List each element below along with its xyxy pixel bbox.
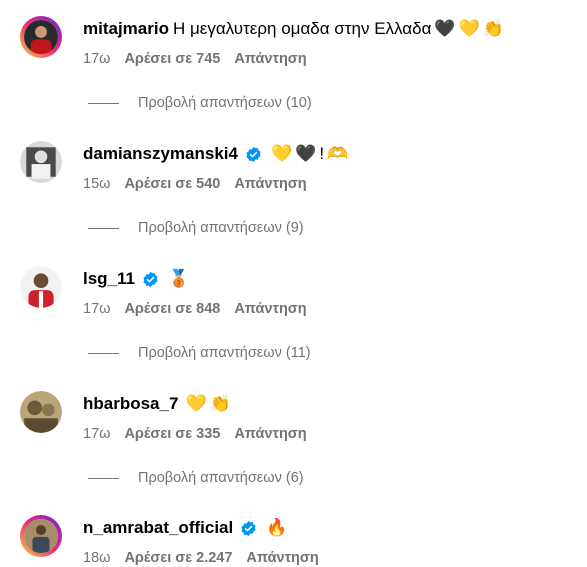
comment-item: hbarbosa_7 💛 👏 17ω Αρέσει σε 335 Απάντησ… — [0, 391, 587, 486]
likes-link[interactable]: Αρέσει σε 2.247 — [124, 550, 232, 566]
avatar[interactable] — [20, 266, 62, 308]
verified-badge-icon — [143, 271, 158, 287]
view-replies-button[interactable]: Προβολή απαντήσεων (11) — [88, 345, 311, 361]
likes-link[interactable]: Αρέσει σε 335 — [124, 426, 220, 442]
username[interactable]: damianszymanski4 — [83, 143, 238, 165]
comment-line: lsg_11 🥉 — [83, 268, 189, 290]
verified-badge-icon — [241, 520, 256, 536]
avatar-image — [20, 391, 62, 433]
comment-meta: 17ω Αρέσει σε 335 Απάντηση — [83, 426, 307, 442]
exclamation-text: ! — [319, 144, 325, 163]
username[interactable]: hbarbosa_7 — [83, 393, 178, 415]
fire-icon: 🔥 — [266, 518, 288, 537]
view-replies-label: Προβολή απαντήσεων (9) — [138, 220, 304, 236]
reply-button[interactable]: Απάντηση — [234, 51, 306, 67]
yellow-heart-icon: 💛 — [270, 144, 293, 163]
likes-link[interactable]: Αρέσει σε 540 — [124, 176, 220, 192]
black-heart-icon: 🖤 — [434, 19, 456, 38]
comment-item: mitajmario Η μεγαλυτερη ομαδα στην Ελλαδ… — [0, 16, 587, 111]
avatar-image — [20, 266, 62, 308]
comment-item: n_amrabat_official 🔥 18ω Αρέσει σε 2.247… — [0, 517, 587, 567]
divider-line — [88, 227, 119, 229]
comment-time: 17ω — [83, 51, 111, 67]
avatar[interactable] — [20, 391, 62, 433]
likes-link[interactable]: Αρέσει σε 745 — [124, 51, 220, 67]
comment-text: Η μεγαλυτερη ομαδα στην Ελλαδα — [172, 19, 432, 38]
view-replies-label: Προβολή απαντήσεων (11) — [138, 345, 311, 361]
view-replies-button[interactable]: Προβολή απαντήσεων (10) — [88, 95, 312, 111]
reply-button[interactable]: Απάντηση — [234, 301, 306, 317]
avatar-image — [20, 141, 62, 183]
clapping-hands-icon: 👏 — [482, 19, 504, 38]
comment-meta: 15ω Αρέσει σε 540 Απάντηση — [83, 176, 307, 192]
comment-item: lsg_11 🥉 17ω Αρέσει σε 848 Απάντηση Προβ… — [0, 266, 587, 361]
black-heart-icon: 🖤 — [295, 144, 317, 163]
yellow-heart-icon: 💛 — [458, 19, 480, 38]
comment-time: 18ω — [83, 550, 111, 566]
reply-button[interactable]: Απάντηση — [234, 426, 306, 442]
view-replies-label: Προβολή απαντήσεων (10) — [138, 95, 312, 111]
comment-time: 15ω — [83, 176, 111, 192]
comment-meta: 18ω Αρέσει σε 2.247 Απάντηση — [83, 550, 319, 566]
view-replies-button[interactable]: Προβολή απαντήσεων (6) — [88, 470, 304, 486]
avatar[interactable] — [20, 515, 62, 557]
comment-meta: 17ω Αρέσει σε 848 Απάντηση — [83, 301, 307, 317]
avatar[interactable] — [20, 141, 62, 183]
bronze-medal-icon: 🥉 — [168, 269, 190, 288]
heart-hands-icon: 🫶 — [327, 144, 349, 163]
comment-line: hbarbosa_7 💛 👏 — [83, 393, 231, 415]
comment-line: n_amrabat_official 🔥 — [83, 517, 287, 539]
username[interactable]: n_amrabat_official — [83, 517, 233, 539]
avatar[interactable] — [20, 16, 62, 58]
view-replies-button[interactable]: Προβολή απαντήσεων (9) — [88, 220, 304, 236]
likes-link[interactable]: Αρέσει σε 848 — [124, 301, 220, 317]
comment-item: damianszymanski4 💛 🖤 ! 🫶 15ω Αρέσει σε 5… — [0, 141, 587, 236]
comment-time: 17ω — [83, 426, 111, 442]
divider-line — [88, 102, 119, 104]
avatar-image — [24, 519, 58, 553]
comment-time: 17ω — [83, 301, 111, 317]
comment-line: damianszymanski4 💛 🖤 ! 🫶 — [83, 143, 348, 165]
reply-button[interactable]: Απάντηση — [246, 550, 318, 566]
avatar-image — [24, 20, 58, 54]
username[interactable]: lsg_11 — [83, 268, 135, 290]
comment-meta: 17ω Αρέσει σε 745 Απάντηση — [83, 51, 307, 67]
username[interactable]: mitajmario — [83, 18, 169, 40]
verified-badge-icon — [246, 146, 261, 162]
yellow-heart-icon: 💛 — [185, 394, 207, 413]
comment-line: mitajmario Η μεγαλυτερη ομαδα στην Ελλαδ… — [83, 18, 504, 40]
divider-line — [88, 477, 119, 479]
reply-button[interactable]: Απάντηση — [234, 176, 306, 192]
view-replies-label: Προβολή απαντήσεων (6) — [138, 470, 304, 486]
divider-line — [88, 352, 119, 354]
clapping-hands-icon: 👏 — [209, 394, 231, 413]
